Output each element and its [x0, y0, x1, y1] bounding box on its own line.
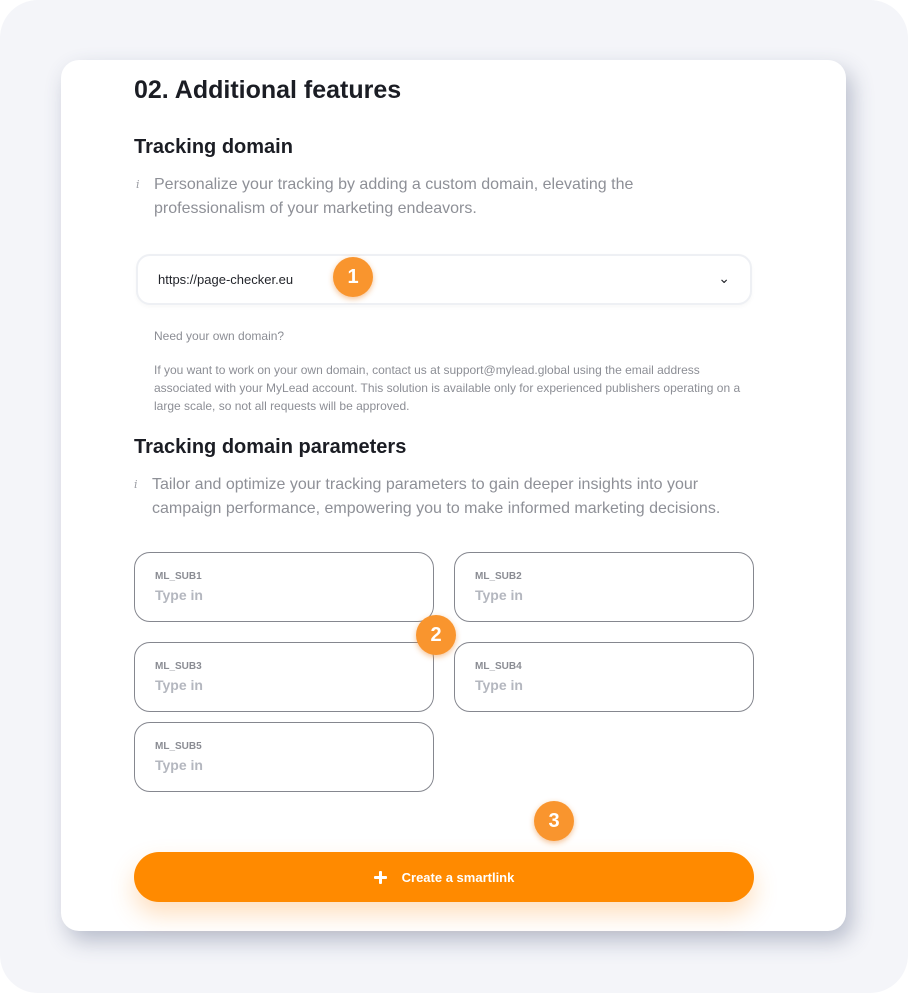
ml-sub1-input[interactable]	[155, 585, 415, 605]
own-domain-note: If you want to work on your own domain, …	[154, 361, 754, 415]
ml-sub3-field[interactable]: ML_SUB3	[134, 642, 434, 712]
create-smartlink-label: Create a smartlink	[401, 869, 515, 885]
ml-sub3-input[interactable]	[155, 675, 415, 695]
tracking-params-description: Tailor and optimize your tracking parame…	[152, 473, 720, 521]
tracking-params-title: Tracking domain parameters	[134, 436, 407, 458]
ml-sub4-input[interactable]	[475, 675, 735, 695]
page-background: 02. Additional features Tracking domain …	[0, 0, 908, 993]
field-label: ML_SUB5	[155, 741, 202, 752]
field-label: ML_SUB1	[155, 571, 202, 582]
chevron-down-icon: ⌄	[718, 270, 730, 286]
ml-sub5-field[interactable]: ML_SUB5	[134, 722, 434, 792]
info-icon: i	[136, 178, 140, 191]
create-smartlink-button[interactable]: Create a smartlink	[134, 852, 754, 902]
ml-sub5-input[interactable]	[155, 755, 415, 775]
field-label: ML_SUB4	[475, 661, 522, 672]
section-title: 02. Additional features	[134, 76, 402, 104]
field-label: ML_SUB3	[155, 661, 202, 672]
ml-sub2-field[interactable]: ML_SUB2	[454, 552, 754, 622]
ml-sub1-field[interactable]: ML_SUB1	[134, 552, 434, 622]
plus-icon	[373, 870, 387, 884]
note-line: If you want to work on your own domain, …	[154, 363, 700, 377]
tracking-domain-select[interactable]: https://page-checker.eu ⌄	[136, 254, 752, 305]
ml-sub2-input[interactable]	[475, 585, 735, 605]
description-line: professionalism of your marketing endeav…	[154, 200, 477, 217]
tracking-domain-title: Tracking domain	[134, 136, 293, 158]
own-domain-note-title: Need your own domain?	[154, 329, 285, 343]
step-marker-1: 1	[333, 257, 373, 297]
description-line: campaign performance, empowering you to …	[152, 500, 721, 517]
description-line: Personalize your tracking by adding a cu…	[154, 176, 634, 193]
step-marker-2: 2	[416, 615, 456, 655]
selected-domain: https://page-checker.eu	[158, 272, 294, 287]
note-line: large scale, so not all requests will be…	[154, 399, 410, 413]
description-line: Tailor and optimize your tracking parame…	[152, 476, 699, 493]
step-marker-3: 3	[534, 801, 574, 841]
additional-features-card: 02. Additional features Tracking domain …	[61, 60, 846, 931]
ml-sub4-field[interactable]: ML_SUB4	[454, 642, 754, 712]
tracking-domain-description: Personalize your tracking by adding a cu…	[154, 173, 633, 221]
note-line: associated with your MyLead account. Thi…	[154, 381, 741, 395]
info-icon: i	[134, 478, 138, 491]
field-label: ML_SUB2	[475, 571, 522, 582]
